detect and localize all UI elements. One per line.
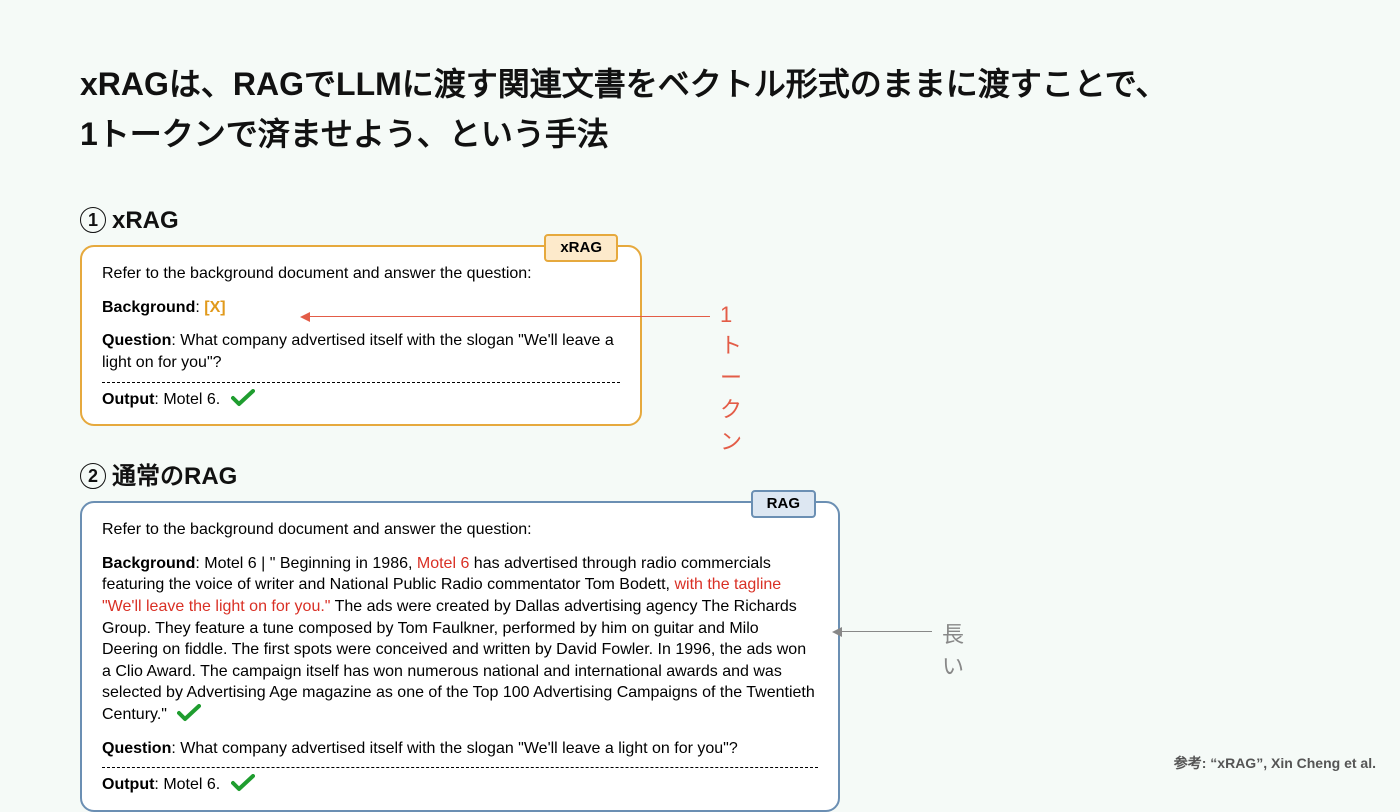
arrow-head-icon — [300, 312, 310, 322]
section-rag: 2通常のRAG RAG Refer to the background docu… — [80, 456, 1320, 812]
rag-q-label: Question — [102, 740, 171, 757]
rag-box-wrap: RAG Refer to the background document and… — [80, 501, 840, 812]
rag-bg-highlight-1: Motel 6 — [417, 555, 469, 572]
xrag-q-label: Question — [102, 332, 171, 349]
check-icon — [231, 389, 255, 407]
arrow-head-icon — [832, 627, 842, 637]
xrag-out-text: : Motel 6. — [154, 391, 220, 408]
arrow-one-token — [310, 316, 710, 317]
rag-prompt: Refer to the background document and ans… — [102, 519, 818, 541]
check-icon — [177, 704, 201, 722]
annotation-one-token: 1トークン — [720, 302, 742, 456]
rag-out-text: : Motel 6. — [154, 776, 220, 793]
section1-heading: 1xRAG — [80, 207, 1320, 235]
rag-out-label: Output — [102, 776, 154, 793]
xrag-box: xRAG Refer to the background document an… — [80, 245, 642, 426]
section-xrag: 1xRAG xRAG Refer to the background docum… — [80, 207, 1320, 426]
rag-badge: RAG — [751, 490, 816, 518]
rag-background-line: Background: Motel 6 | " Beginning in 198… — [102, 553, 818, 726]
circled-number-1: 1 — [80, 207, 106, 233]
title-line-2: 1トークンで済ませよう、という手法 — [80, 116, 609, 152]
rag-bg-post: The ads were created by Dallas advertisi… — [102, 598, 815, 723]
dashed-separator — [102, 382, 620, 383]
xrag-prompt: Refer to the background document and ans… — [102, 263, 620, 285]
rag-bg-label: Background — [102, 555, 195, 572]
xrag-question-line: Question: What company advertised itself… — [102, 330, 620, 373]
rag-bg-pre: : Motel 6 | " Beginning in 1986, — [195, 555, 417, 572]
section1-heading-text: xRAG — [112, 207, 179, 234]
annotation-long: 長い — [942, 617, 964, 681]
arrow-long — [842, 631, 932, 632]
xrag-out-label: Output — [102, 391, 154, 408]
rag-output-line: Output: Motel 6. — [102, 774, 818, 796]
circled-number-2: 2 — [80, 463, 106, 489]
xrag-q-text: : What company advertised itself with th… — [102, 332, 614, 371]
title-line-1: xRAGは、RAGでLLMに渡す関連文書をベクトル形式のままに渡すことで、 — [80, 66, 1168, 102]
rag-question-line: Question: What company advertised itself… — [102, 738, 818, 760]
xrag-bg-label: Background — [102, 299, 195, 316]
xrag-output-line: Output: Motel 6. — [102, 389, 620, 411]
slide-title: xRAGは、RAGでLLMに渡す関連文書をベクトル形式のままに渡すことで、 1ト… — [80, 60, 1320, 159]
xrag-badge: xRAG — [544, 234, 618, 262]
slide-root: xRAGは、RAGでLLMに渡す関連文書をベクトル形式のままに渡すことで、 1ト… — [0, 0, 1400, 787]
footer-reference: 参考: “xRAG”, Xin Cheng et al. — [1174, 753, 1376, 773]
rag-q-text: : What company advertised itself with th… — [171, 740, 737, 757]
xrag-bg-token: [X] — [204, 299, 225, 316]
section2-heading-text: 通常のRAG — [112, 463, 237, 490]
section2-heading: 2通常のRAG — [80, 456, 1320, 491]
dashed-separator — [102, 767, 818, 768]
xrag-background-line: Background: [X] — [102, 297, 620, 319]
check-icon — [231, 774, 255, 792]
rag-box: RAG Refer to the background document and… — [80, 501, 840, 812]
xrag-box-wrap: xRAG Refer to the background document an… — [80, 245, 642, 426]
